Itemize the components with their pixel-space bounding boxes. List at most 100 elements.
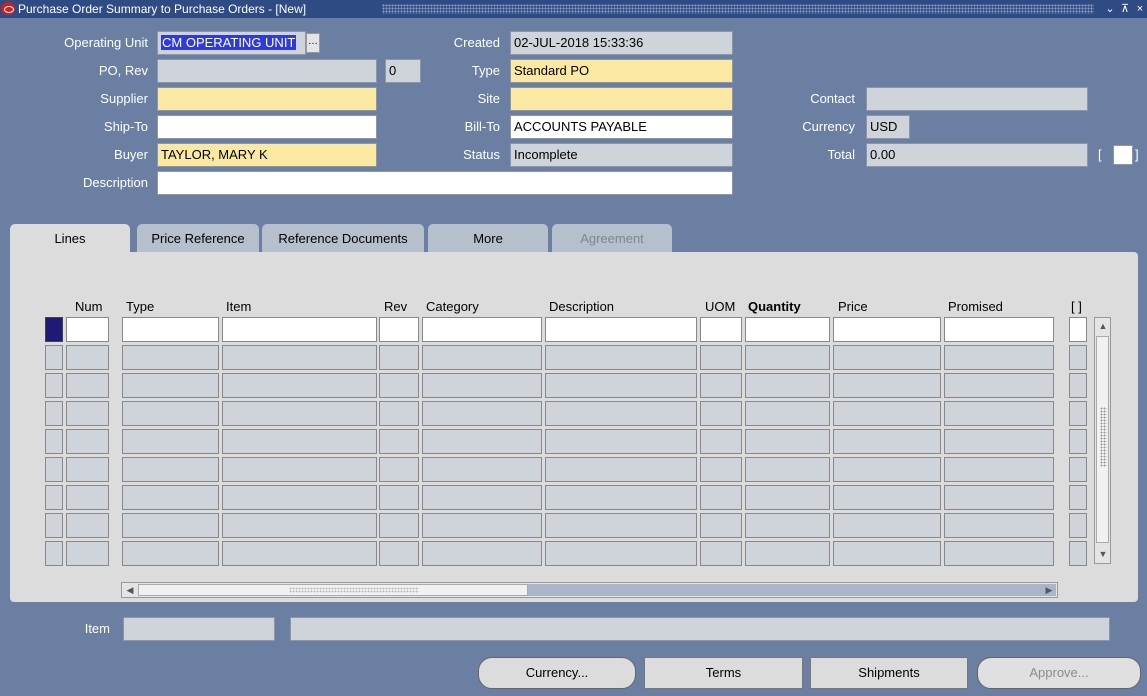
line-cell-category[interactable] xyxy=(422,429,542,454)
line-cell-rev[interactable] xyxy=(379,373,419,398)
line-cell-type[interactable] xyxy=(122,317,219,342)
row-selector[interactable] xyxy=(45,457,63,482)
scroll-down-icon[interactable]: ▼ xyxy=(1096,547,1110,561)
line-cell-rev[interactable] xyxy=(379,541,419,566)
line-cell-price[interactable] xyxy=(833,401,941,426)
line-cell-item[interactable] xyxy=(222,317,377,342)
horizontal-scrollbar[interactable]: ◀ ▶ xyxy=(121,582,1058,598)
po-number-field[interactable] xyxy=(157,59,377,83)
line-cell-promised[interactable] xyxy=(944,513,1054,538)
line-cell-uom[interactable] xyxy=(700,429,742,454)
line-cell-uom[interactable] xyxy=(700,317,742,342)
shipments-button[interactable]: Shipments xyxy=(810,657,968,689)
line-cell-num[interactable] xyxy=(66,485,109,510)
line-cell-description[interactable] xyxy=(545,429,697,454)
line-cell-promised[interactable] xyxy=(944,485,1054,510)
line-cell-type[interactable] xyxy=(122,345,219,370)
line-cell-quantity[interactable] xyxy=(745,429,830,454)
line-cell-item[interactable] xyxy=(222,541,377,566)
line-cell-rev[interactable] xyxy=(379,317,419,342)
line-cell-item[interactable] xyxy=(222,345,377,370)
line-cell-price[interactable] xyxy=(833,485,941,510)
row-selector[interactable] xyxy=(45,401,63,426)
line-cell-description[interactable] xyxy=(545,485,697,510)
line-cell-promised[interactable] xyxy=(944,541,1054,566)
row-selector[interactable] xyxy=(45,317,63,342)
line-cell-type[interactable] xyxy=(122,485,219,510)
line-cell-dff[interactable] xyxy=(1069,401,1087,426)
line-cell-uom[interactable] xyxy=(700,513,742,538)
line-cell-dff[interactable] xyxy=(1069,513,1087,538)
line-cell-price[interactable] xyxy=(833,457,941,482)
type-field[interactable]: Standard PO xyxy=(510,59,733,83)
line-cell-quantity[interactable] xyxy=(745,513,830,538)
line-cell-item[interactable] xyxy=(222,401,377,426)
line-cell-description[interactable] xyxy=(545,317,697,342)
row-selector[interactable] xyxy=(45,345,63,370)
horizontal-scroll-thumb[interactable] xyxy=(138,584,528,596)
line-cell-item[interactable] xyxy=(222,457,377,482)
line-cell-dff[interactable] xyxy=(1069,457,1087,482)
line-cell-num[interactable] xyxy=(66,373,109,398)
supplier-field[interactable] xyxy=(157,87,377,111)
line-cell-type[interactable] xyxy=(122,429,219,454)
row-selector[interactable] xyxy=(45,429,63,454)
line-cell-rev[interactable] xyxy=(379,485,419,510)
line-cell-quantity[interactable] xyxy=(745,485,830,510)
tab-lines[interactable]: Lines xyxy=(10,224,130,254)
window-titlebar[interactable]: Purchase Order Summary to Purchase Order… xyxy=(0,0,1147,18)
line-cell-uom[interactable] xyxy=(700,345,742,370)
line-cell-num[interactable] xyxy=(66,457,109,482)
horizontal-scroll-track[interactable] xyxy=(528,584,1056,596)
line-cell-uom[interactable] xyxy=(700,373,742,398)
scroll-left-icon[interactable]: ◀ xyxy=(123,583,137,597)
row-selector[interactable] xyxy=(45,373,63,398)
line-cell-promised[interactable] xyxy=(944,457,1054,482)
tab-reference-documents[interactable]: Reference Documents xyxy=(262,224,424,252)
line-cell-rev[interactable] xyxy=(379,429,419,454)
line-cell-dff[interactable] xyxy=(1069,429,1087,454)
line-cell-category[interactable] xyxy=(422,373,542,398)
line-cell-promised[interactable] xyxy=(944,429,1054,454)
vertical-scrollbar[interactable]: ▲ ▼ xyxy=(1094,317,1111,564)
tab-price-reference[interactable]: Price Reference xyxy=(137,224,259,252)
vertical-scroll-thumb[interactable] xyxy=(1096,336,1109,543)
ship-to-field[interactable] xyxy=(157,115,377,139)
line-cell-uom[interactable] xyxy=(700,541,742,566)
line-cell-quantity[interactable] xyxy=(745,317,830,342)
site-field[interactable] xyxy=(510,87,733,111)
line-cell-item[interactable] xyxy=(222,429,377,454)
line-cell-type[interactable] xyxy=(122,457,219,482)
line-cell-promised[interactable] xyxy=(944,345,1054,370)
line-cell-description[interactable] xyxy=(545,401,697,426)
line-cell-description[interactable] xyxy=(545,373,697,398)
line-cell-item[interactable] xyxy=(222,373,377,398)
description-field[interactable] xyxy=(157,171,733,195)
line-cell-rev[interactable] xyxy=(379,401,419,426)
line-cell-uom[interactable] xyxy=(700,485,742,510)
line-cell-item[interactable] xyxy=(222,485,377,510)
line-cell-price[interactable] xyxy=(833,345,941,370)
line-cell-description[interactable] xyxy=(545,541,697,566)
line-cell-price[interactable] xyxy=(833,541,941,566)
operating-unit-field[interactable]: CM OPERATING UNIT xyxy=(157,31,306,55)
line-cell-num[interactable] xyxy=(66,429,109,454)
line-cell-category[interactable] xyxy=(422,317,542,342)
terms-button[interactable]: Terms xyxy=(644,657,803,689)
line-cell-quantity[interactable] xyxy=(745,401,830,426)
line-cell-item[interactable] xyxy=(222,513,377,538)
line-cell-price[interactable] xyxy=(833,317,941,342)
line-cell-uom[interactable] xyxy=(700,401,742,426)
line-cell-type[interactable] xyxy=(122,373,219,398)
line-cell-category[interactable] xyxy=(422,485,542,510)
tab-more[interactable]: More xyxy=(428,224,548,252)
line-cell-type[interactable] xyxy=(122,513,219,538)
line-cell-category[interactable] xyxy=(422,401,542,426)
list-of-values-icon[interactable]: … xyxy=(306,33,320,53)
line-cell-quantity[interactable] xyxy=(745,373,830,398)
line-cell-price[interactable] xyxy=(833,429,941,454)
line-cell-num[interactable] xyxy=(66,317,109,342)
row-selector[interactable] xyxy=(45,513,63,538)
line-cell-rev[interactable] xyxy=(379,345,419,370)
line-cell-category[interactable] xyxy=(422,513,542,538)
